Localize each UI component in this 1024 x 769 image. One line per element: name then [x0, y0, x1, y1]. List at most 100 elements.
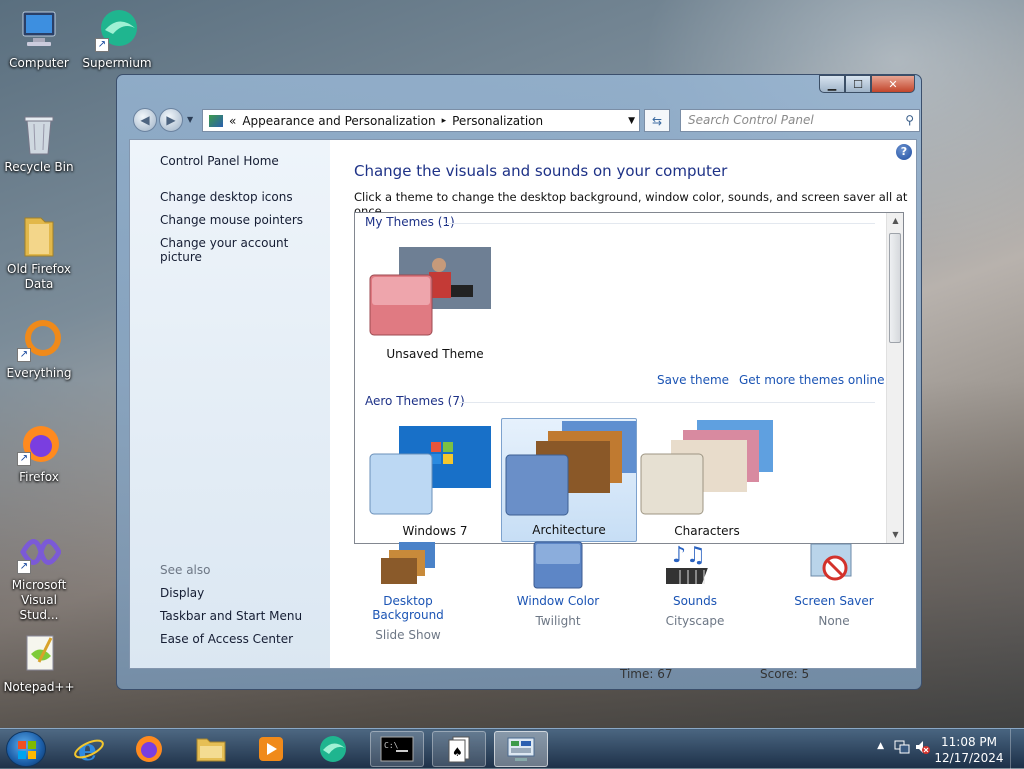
desktop-icon-old-firefox-data[interactable]: Old Firefox Data	[2, 214, 76, 292]
theme-windows-7[interactable]: Windows 7	[367, 418, 503, 542]
ease-of-access-link[interactable]: Ease of Access Center	[160, 632, 293, 646]
architecture-theme-preview	[505, 421, 636, 516]
control-panel-home-link[interactable]: Control Panel Home	[160, 154, 279, 168]
firefox-icon: ↗	[17, 422, 61, 466]
screen-saver-setting[interactable]: Screen Saver None	[774, 540, 894, 628]
taskbar-firefox[interactable]	[122, 731, 176, 767]
left-pane: Control Panel Home Change desktop icons …	[130, 140, 330, 668]
desktop-icon-notepadpp[interactable]: Notepad++	[2, 632, 76, 695]
theme-list-scrollbar[interactable]: ▲ ▼	[886, 213, 903, 543]
internet-explorer-icon: e	[74, 734, 104, 764]
supermium-icon	[320, 736, 346, 762]
desktop-icon-firefox[interactable]: ↗ Firefox	[2, 422, 76, 485]
my-themes-header[interactable]: My Themes (1)	[365, 215, 455, 229]
control-panel-icon	[507, 737, 535, 761]
close-button[interactable]: ✕	[871, 75, 915, 93]
back-button[interactable]: ◀	[133, 108, 157, 132]
shortcut-arrow-icon: ↗	[17, 560, 31, 574]
address-dropdown-icon[interactable]: ▼	[628, 116, 635, 126]
desktop-icon-supermium[interactable]: ↗ Supermium	[80, 8, 154, 71]
desktop-icon-label: Old Firefox Data	[7, 262, 71, 291]
theme-unsaved[interactable]: Unsaved Theme	[367, 237, 503, 361]
change-mouse-pointers-link[interactable]: Change mouse pointers	[160, 213, 303, 227]
sounds-icon: ♪♫	[655, 540, 724, 590]
desktop-icon-label: Firefox	[19, 470, 59, 484]
volume-muted-icon[interactable]	[914, 739, 930, 758]
desktop-icon-recycle-bin[interactable]: Recycle Bin	[2, 112, 76, 175]
address-bar[interactable]: « Appearance and Personalization ▸ Perso…	[202, 109, 640, 132]
taskbar-start-menu-link[interactable]: Taskbar and Start Menu	[160, 609, 302, 623]
breadcrumb-personalization[interactable]: Personalization	[452, 114, 543, 128]
change-desktop-icons-link[interactable]: Change desktop icons	[160, 190, 293, 204]
refresh-button[interactable]: ⇆	[644, 109, 670, 132]
desktop-icon-visual-studio[interactable]: ↗ Microsoft Visual Stud...	[2, 530, 76, 623]
taskbar-internet-explorer[interactable]: e	[62, 731, 116, 767]
see-also-label: See also	[160, 563, 211, 577]
desktop-icon-label: Recycle Bin	[4, 160, 74, 174]
change-account-picture-link[interactable]: Change your account picture	[160, 236, 330, 264]
search-input[interactable]: Search Control Panel ⚲	[680, 109, 920, 132]
display-link[interactable]: Display	[160, 586, 204, 600]
folder-icon	[196, 738, 226, 762]
setting-label[interactable]: Desktop Background	[348, 594, 468, 622]
theme-characters[interactable]: Characters	[639, 418, 775, 542]
desktop-background-setting[interactable]: Desktop Background Slide Show	[348, 540, 468, 642]
characters-theme-preview	[640, 420, 773, 515]
shortcut-arrow-icon: ↗	[95, 38, 109, 52]
firefox-icon	[136, 736, 162, 762]
supermium-icon: ↗	[95, 8, 139, 52]
windows-7-theme-preview	[369, 426, 491, 515]
desktop-icon-label: Supermium	[82, 56, 152, 70]
theme-architecture[interactable]: Architecture	[501, 418, 637, 542]
client-area: Control Panel Home Change desktop icons …	[129, 139, 917, 669]
taskbar-solitaire[interactable]: ♠	[432, 731, 486, 767]
theme-label: Unsaved Theme	[386, 347, 484, 361]
theme-label: Architecture	[532, 523, 606, 537]
taskbar-control-panel[interactable]	[494, 731, 548, 767]
command-prompt-icon: C:\	[380, 736, 414, 762]
unsaved-theme-preview	[369, 247, 491, 336]
caption-buttons: ▁ ☐ ✕	[819, 75, 915, 93]
svg-text:C:\: C:\	[384, 741, 399, 750]
sounds-setting[interactable]: ♪♫ Sounds Cityscape	[635, 540, 755, 628]
get-more-themes-link[interactable]: Get more themes online	[739, 373, 885, 387]
taskbar-media-player[interactable]	[244, 731, 298, 767]
theme-list[interactable]: My Themes (1) Unsaved Theme Save theme G…	[354, 212, 904, 544]
forward-button[interactable]: ▶	[159, 108, 183, 132]
recent-pages-dropdown-icon[interactable]: ▼	[187, 115, 193, 124]
scroll-thumb[interactable]	[889, 233, 901, 343]
scroll-up-arrow-icon[interactable]: ▲	[887, 213, 903, 229]
window-color-setting[interactable]: Window Color Twilight	[498, 540, 618, 628]
taskbar-command-prompt[interactable]: C:\	[370, 731, 424, 767]
maximize-button[interactable]: ☐	[845, 75, 871, 93]
setting-label[interactable]: Window Color	[498, 594, 618, 608]
setting-label[interactable]: Sounds	[635, 594, 755, 608]
personalization-window[interactable]: ▁ ☐ ✕ ◀ ▶ ▼ « Appearance and Personaliza…	[116, 74, 922, 690]
setting-label[interactable]: Screen Saver	[774, 594, 894, 608]
background-window-time: Time: 67	[620, 667, 673, 681]
minimize-button[interactable]: ▁	[819, 75, 845, 93]
page-title: Change the visuals and sounds on your co…	[354, 162, 728, 180]
svg-text:e: e	[78, 734, 97, 764]
desktop-icon-computer[interactable]: Computer	[2, 8, 76, 71]
screen-saver-icon	[805, 540, 863, 590]
system-clock[interactable]: 11:08 PM 12/17/2024	[934, 734, 1004, 766]
aero-themes-header[interactable]: Aero Themes (7)	[365, 394, 465, 408]
network-icon[interactable]	[894, 739, 910, 758]
computer-icon	[17, 8, 61, 52]
show-desktop-button[interactable]	[1010, 729, 1024, 769]
save-theme-link[interactable]: Save theme	[657, 373, 729, 387]
start-button[interactable]	[6, 731, 46, 767]
breadcrumb-separator[interactable]: ▸	[442, 116, 447, 126]
desktop-icon-label: Computer	[9, 56, 69, 70]
desktop-icon-label: Notepad++	[3, 680, 75, 694]
breadcrumb-prefix[interactable]: «	[229, 114, 236, 128]
taskbar: e C:\ ♠ ▲ 11:08 PM 12/17/2024	[0, 728, 1024, 769]
search-icon[interactable]: ⚲	[905, 110, 914, 131]
taskbar-supermium[interactable]	[306, 731, 360, 767]
taskbar-file-explorer[interactable]	[184, 731, 238, 767]
desktop-icon-everything[interactable]: ↗ Everything	[2, 318, 76, 381]
help-icon[interactable]: ?	[896, 144, 912, 160]
breadcrumb-appearance[interactable]: Appearance and Personalization	[242, 114, 435, 128]
show-hidden-icons-arrow-icon[interactable]: ▲	[877, 741, 884, 751]
